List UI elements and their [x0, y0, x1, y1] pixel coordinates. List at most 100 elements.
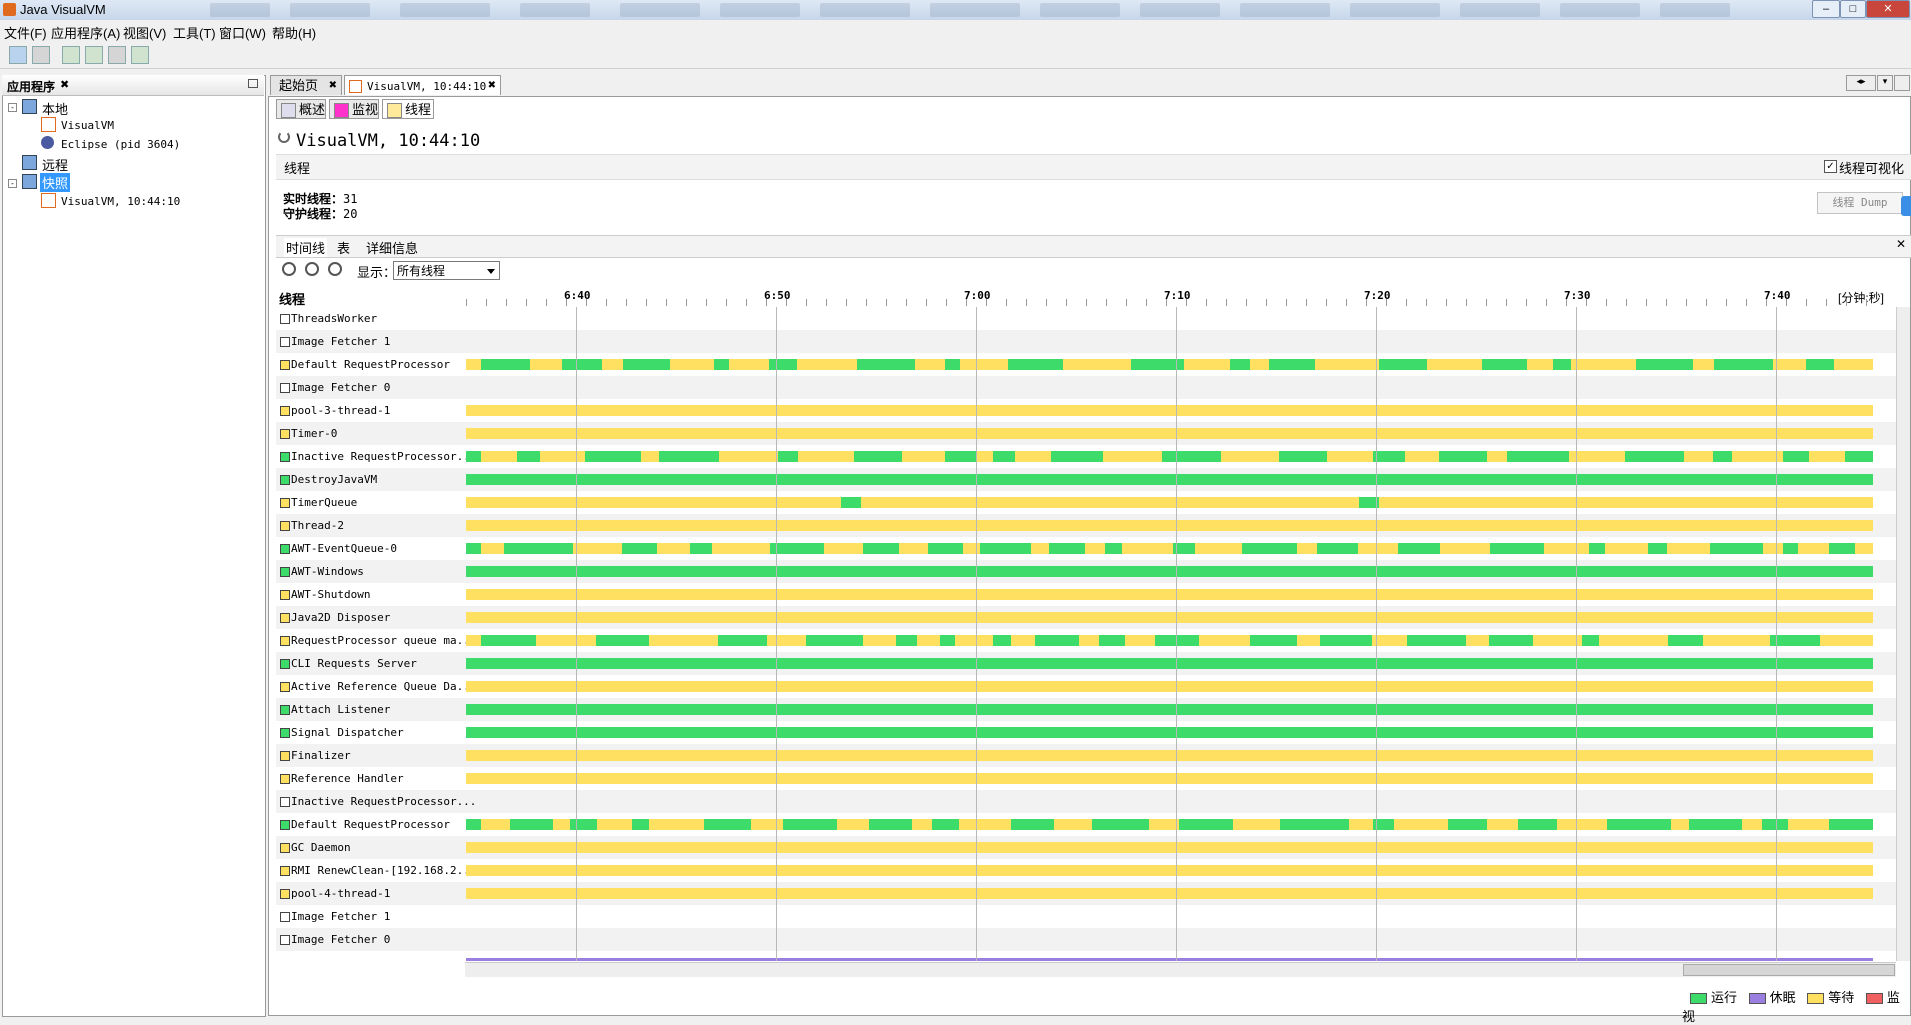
thread-state-segment — [1035, 635, 1079, 646]
section-title: 线程 — [284, 161, 311, 176]
time-minor-tick — [786, 299, 787, 306]
thread-row[interactable]: Image Fetcher 0 — [276, 928, 1896, 951]
tab-start-page[interactable]: 起始页 ✖ — [270, 75, 342, 95]
tab-snapshot[interactable]: VisualVM, 10:44:10 ✖ — [344, 75, 501, 95]
thread-row[interactable]: Image Fetcher 1 — [276, 330, 1896, 353]
visualize-checkbox[interactable]: ✓ — [1824, 160, 1837, 173]
time-minor-tick — [1506, 299, 1507, 306]
panel-close-icon[interactable]: ✖ — [60, 78, 69, 91]
display-select[interactable]: 所有线程 — [393, 261, 500, 280]
thread-row[interactable]: ThreadsWorker — [276, 307, 1896, 330]
thread-row[interactable]: Attach Listener — [276, 698, 1896, 721]
horizontal-scrollbar-thumb[interactable] — [1683, 964, 1895, 976]
thread-row[interactable]: CLI Requests Server — [276, 652, 1896, 675]
tab-threads[interactable]: 线程 — [382, 99, 434, 119]
thread-row[interactable]: Default RequestProcessor — [276, 353, 1896, 376]
time-gridline — [1576, 307, 1577, 961]
thread-row[interactable]: RequestProcessor queue ma... — [276, 629, 1896, 652]
menu-tools[interactable]: 工具(T) — [173, 23, 216, 42]
tree-collapse-icon[interactable]: - — [8, 179, 17, 188]
thread-row[interactable]: RMI RenewClean-[192.168.2... — [276, 859, 1896, 882]
thread-row[interactable]: Image Fetcher 1 — [276, 905, 1896, 928]
tab-details[interactable]: 详细信息 — [366, 238, 418, 257]
time-minor-tick — [1606, 299, 1607, 306]
chevron-down-icon[interactable]: ▾ — [1877, 75, 1893, 91]
time-minor-tick — [1746, 299, 1747, 306]
thread-row[interactable]: Inactive RequestProcessor... — [276, 790, 1896, 813]
tab-overview[interactable]: 概述 — [276, 99, 326, 119]
thread-row[interactable]: Reference Handler — [276, 767, 1896, 790]
thread-row[interactable]: GC Daemon — [276, 836, 1896, 859]
menu-window[interactable]: 窗口(W) — [219, 23, 266, 42]
thread-row[interactable]: Active Reference Queue Da... — [276, 675, 1896, 698]
thread-row[interactable]: Timer-0 — [276, 422, 1896, 445]
tab-monitor[interactable]: 监视 — [329, 99, 379, 119]
thread-state-segment — [1770, 635, 1820, 646]
thread-row[interactable]: pool-3-thread-1 — [276, 399, 1896, 422]
menu-view[interactable]: 视图(V) — [123, 23, 166, 42]
horizontal-scrollbar[interactable] — [465, 962, 1896, 977]
tree-collapse-icon[interactable]: - — [8, 103, 17, 112]
tree-item-snapshot[interactable]: VisualVM, 10:44:10 — [61, 195, 180, 208]
maximize-button[interactable]: □ — [1840, 0, 1866, 18]
thread-row[interactable]: Thread-2 — [276, 514, 1896, 537]
tree-item-local[interactable]: 本地 — [42, 99, 68, 118]
thread-row[interactable]: AWT-Windows — [276, 560, 1896, 583]
time-minor-tick — [1646, 299, 1647, 306]
close-icon[interactable]: ✖ — [329, 76, 337, 96]
page-title: VisualVM, 10:44:10 — [296, 131, 481, 151]
zoom-out-icon[interactable] — [305, 262, 319, 276]
menu-help[interactable]: 帮助(H) — [272, 23, 316, 42]
thread-state-segment — [714, 359, 729, 370]
time-gridline — [1776, 307, 1777, 961]
side-expand-icon[interactable] — [1901, 196, 1911, 216]
thread-row[interactable]: AWT-Shutdown — [276, 583, 1896, 606]
tab-overview-label: 概述 — [299, 102, 326, 117]
thread-row[interactable]: Default RequestProcessor — [276, 813, 1896, 836]
maximize-panel-icon[interactable] — [1894, 75, 1910, 91]
thread-row[interactable]: Image Fetcher 0 — [276, 376, 1896, 399]
add-jmx-icon[interactable] — [9, 46, 27, 64]
thread-row[interactable]: AWT-EventQueue-0 — [276, 537, 1896, 560]
tab-scroll-arrows[interactable]: ◂▸ — [1846, 75, 1876, 91]
thread-row[interactable]: pool-4-thread-1 — [276, 882, 1896, 905]
thread-row[interactable]: Inactive RequestProcessor... — [276, 445, 1896, 468]
thread-row[interactable]: Finalizer — [276, 744, 1896, 767]
menu-file[interactable]: 文件(F) — [4, 23, 47, 42]
tree-item-remote[interactable]: 远程 — [42, 155, 68, 174]
close-icon[interactable]: ✕ — [1896, 237, 1906, 251]
menu-application[interactable]: 应用程序(A) — [51, 23, 120, 42]
tab-timeline[interactable]: 时间线 — [284, 238, 328, 257]
tree-item-visualvm[interactable]: VisualVM — [61, 119, 114, 132]
tab-table[interactable]: 表 — [337, 238, 350, 257]
snapshot-icon[interactable] — [131, 46, 149, 64]
tree-item-eclipse[interactable]: Eclipse (pid 3604) — [61, 138, 180, 151]
time-minor-tick — [466, 299, 467, 306]
thread-row[interactable]: Java2D Disposer — [276, 606, 1896, 629]
zoom-fit-icon[interactable] — [328, 262, 342, 276]
thread-row[interactable]: TimerQueue — [276, 491, 1896, 514]
zoom-in-icon[interactable] — [282, 262, 296, 276]
time-minor-tick — [1126, 299, 1127, 306]
thread-state-indicator — [280, 774, 290, 784]
thread-state-segment — [1349, 819, 1373, 830]
time-minor-tick — [1426, 299, 1427, 306]
close-icon[interactable]: ✖ — [488, 76, 496, 96]
tree-item-snapshots[interactable]: 快照 — [40, 173, 71, 192]
thread-dump-button[interactable]: 线程 Dump — [1817, 192, 1903, 214]
thread-dump-icon[interactable] — [108, 46, 126, 64]
minimize-button[interactable]: – — [1812, 0, 1840, 18]
add-host-icon[interactable] — [32, 46, 50, 64]
heap-dump-icon[interactable] — [85, 46, 103, 64]
time-minor-tick — [1686, 299, 1687, 306]
time-minor-tick — [866, 299, 867, 306]
thread-state-segment — [562, 359, 602, 370]
time-minor-tick — [926, 299, 927, 306]
state-legend: 运行 休眠 等待 监视 — [1682, 987, 1911, 1025]
thread-row[interactable]: DestroyJavaVM — [276, 468, 1896, 491]
close-button[interactable]: ✕ — [1866, 0, 1910, 18]
vertical-scrollbar[interactable] — [1896, 307, 1910, 961]
application-snapshot-icon[interactable] — [62, 46, 80, 64]
thread-row[interactable]: Signal Dispatcher — [276, 721, 1896, 744]
panel-minimize-icon[interactable] — [248, 79, 258, 88]
